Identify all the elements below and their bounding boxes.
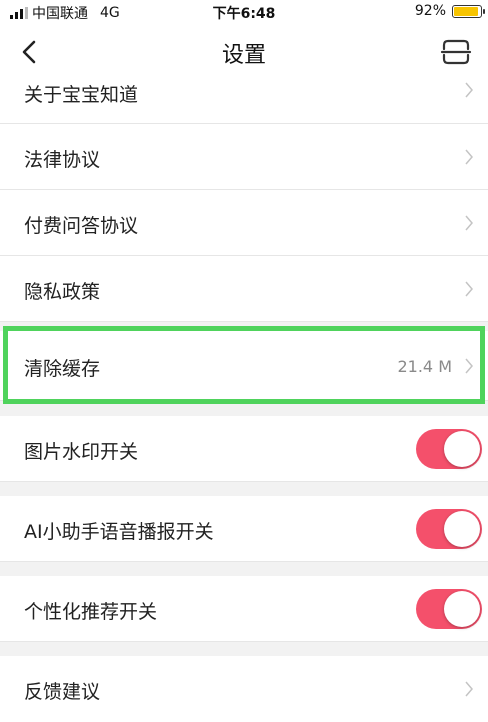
chevron-right-icon [465, 681, 473, 697]
settings-row-legal[interactable]: 法律协议 [0, 124, 488, 190]
chevron-right-icon [465, 149, 473, 165]
settings-row-clear-cache[interactable]: 清除缓存 21.4 M [0, 331, 488, 401]
scan-icon[interactable] [440, 38, 472, 66]
row-label: AI小助手语音播报开关 [24, 521, 214, 543]
settings-row-privacy[interactable]: 隐私政策 [0, 256, 488, 322]
row-label: 法律协议 [24, 149, 101, 171]
settings-row-ai-voice: AI小助手语音播报开关 [0, 496, 488, 562]
chevron-right-icon [465, 358, 473, 374]
status-right: 92% [414, 3, 485, 19]
battery-icon [452, 4, 485, 18]
settings-row-feedback[interactable]: 反馈建议 [0, 656, 488, 722]
watermark-toggle[interactable] [416, 429, 482, 469]
settings-row-watermark: 图片水印开关 [0, 416, 488, 482]
row-label: 图片水印开关 [24, 441, 139, 463]
settings-row-about[interactable]: 关于宝宝知道 [0, 80, 488, 124]
chevron-right-icon [465, 281, 473, 297]
settings-row-personalized: 个性化推荐开关 [0, 576, 488, 642]
personalized-toggle[interactable] [416, 589, 482, 629]
battery-percent: 92% [414, 3, 446, 19]
chevron-right-icon [465, 215, 473, 231]
row-label: 清除缓存 [24, 358, 101, 380]
row-label: 个性化推荐开关 [24, 601, 158, 623]
cache-size: 21.4 M [397, 357, 452, 376]
settings-row-paid-qa[interactable]: 付费问答协议 [0, 190, 488, 256]
status-bar: 中国联通 4G 下午6:48 92% [0, 0, 488, 24]
row-label: 关于宝宝知道 [24, 84, 139, 106]
row-label: 付费问答协议 [24, 215, 139, 237]
ai-voice-toggle[interactable] [416, 509, 482, 549]
row-label: 反馈建议 [24, 681, 101, 703]
row-label: 隐私政策 [24, 281, 101, 303]
page-title: 设置 [221, 43, 266, 68]
chevron-right-icon [465, 82, 473, 98]
nav-bar: 设置 [0, 24, 488, 80]
